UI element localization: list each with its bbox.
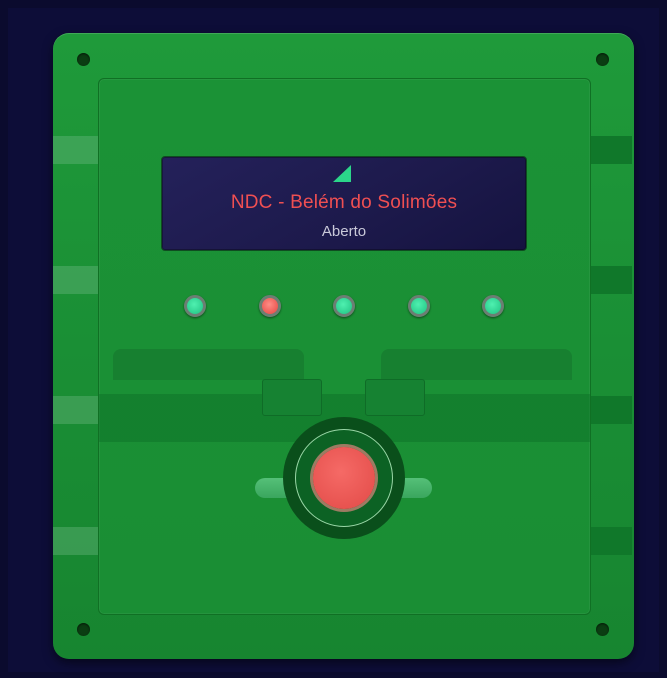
panel-shelf-left: [113, 349, 304, 380]
panel-block-left: [262, 379, 322, 416]
control-panel: NDC - Belém do Solimões Aberto: [53, 33, 634, 659]
screw-icon: [77, 623, 90, 636]
indicator-led-2: [259, 295, 281, 317]
panel-block-right: [365, 379, 425, 416]
screw-icon: [596, 623, 609, 636]
indicator-led-4: [408, 295, 430, 317]
station-status: Aberto: [321, 223, 367, 240]
indicator-led-5: [482, 295, 504, 317]
indicator-led-1: [184, 295, 206, 317]
signal-strength-icon: [333, 165, 351, 182]
main-push-button[interactable]: [313, 447, 375, 509]
screw-icon: [77, 53, 90, 66]
lcd-display: NDC - Belém do Solimões Aberto: [161, 156, 527, 251]
panel-shelf-right: [381, 349, 572, 380]
screw-icon: [596, 53, 609, 66]
indicator-led-3: [333, 295, 355, 317]
station-name: NDC - Belém do Solimões: [230, 192, 458, 213]
